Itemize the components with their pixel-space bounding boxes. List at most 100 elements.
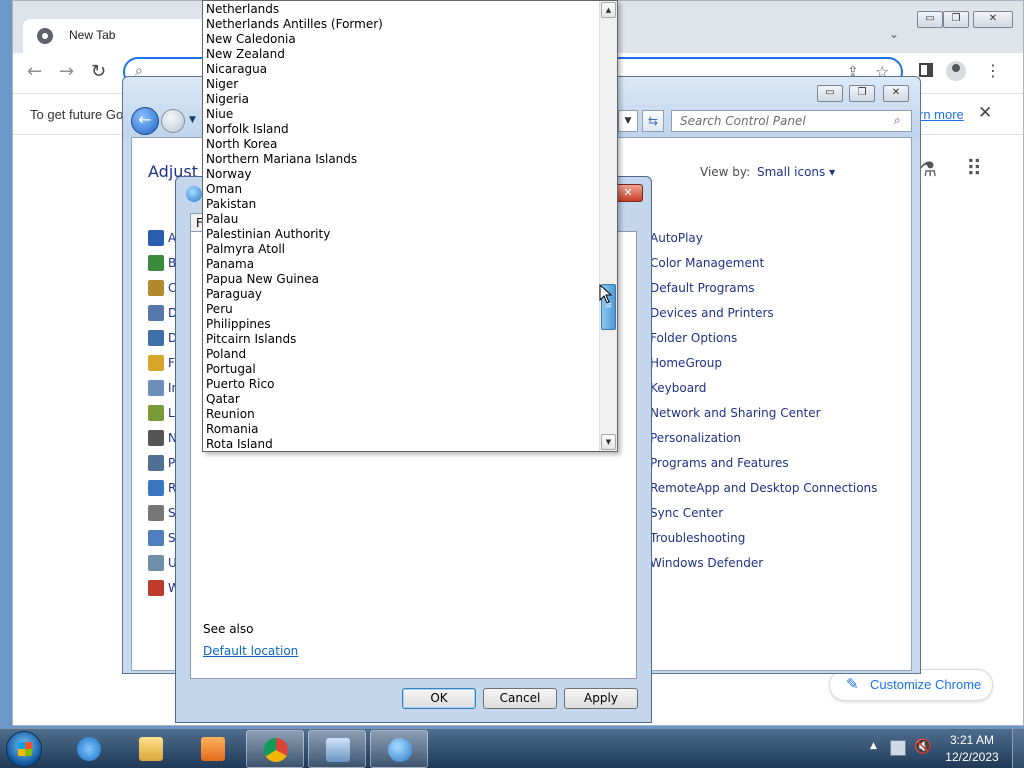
close-window-button[interactable]: ✕ <box>973 11 1013 28</box>
cp-item-default-programs[interactable]: Default Programs <box>650 281 755 295</box>
date-time-icon[interactable] <box>148 305 164 321</box>
taskbar-media-player[interactable] <box>184 730 242 768</box>
taskbar-chrome[interactable] <box>246 730 304 768</box>
address-dropdown-chevron-icon[interactable]: ▼ <box>618 110 638 132</box>
view-by-dropdown[interactable]: Small icons ▾ <box>757 165 835 179</box>
reload-icon[interactable]: ↻ <box>91 61 106 82</box>
scroll-up-arrow-icon[interactable]: ▲ <box>601 2 616 18</box>
default-location-link[interactable]: Default location <box>203 644 298 658</box>
show-hidden-icons-chevron-icon[interactable]: ▲ <box>870 741 877 751</box>
dropdown-item[interactable]: Rota Island <box>205 437 599 451</box>
dropdown-item[interactable]: Panama <box>205 257 599 272</box>
tab-new-tab[interactable]: New Tab <box>23 19 223 53</box>
fonts-folder-icon[interactable] <box>148 355 164 371</box>
dropdown-item[interactable]: Philippines <box>205 317 599 332</box>
cp-item-troubleshooting[interactable]: Troubleshooting <box>650 531 745 545</box>
cp-item-color-management[interactable]: Color Management <box>650 256 764 270</box>
cp-forward-arrow-icon[interactable] <box>161 109 185 133</box>
taskbar-control-panel[interactable] <box>308 730 366 768</box>
cp-minimize-button[interactable]: ▭ <box>817 85 843 102</box>
dropdown-item[interactable]: New Caledonia <box>205 32 599 47</box>
performance-icon[interactable] <box>148 455 164 471</box>
cp-search-input[interactable]: Search Control Panel ⌕ <box>671 110 912 132</box>
cp-item-personalization[interactable]: Personalization <box>650 431 741 445</box>
dropdown-item[interactable]: Portugal <box>205 362 599 377</box>
volume-muted-icon[interactable]: 🔇 <box>914 739 931 755</box>
chrome-labs-flask-icon[interactable]: ⚗ <box>919 157 937 181</box>
sound-icon[interactable] <box>148 505 164 521</box>
cp-item-programs-features[interactable]: Programs and Features <box>650 456 789 470</box>
taskbar-region[interactable] <box>370 730 428 768</box>
cp-item-folder-options[interactable]: Folder Options <box>650 331 737 345</box>
dropdown-item[interactable]: North Korea <box>205 137 599 152</box>
side-panel-icon[interactable] <box>919 63 933 77</box>
tab-search-chevron-icon[interactable]: ⌄ <box>889 27 899 41</box>
dropdown-item[interactable]: Palestinian Authority <box>205 227 599 242</box>
windows-update-icon[interactable] <box>148 580 164 596</box>
cp-left-item[interactable]: F <box>168 356 175 370</box>
cancel-button[interactable]: Cancel <box>483 688 557 709</box>
dropdown-item[interactable]: New Zealand <box>205 47 599 62</box>
back-arrow-icon[interactable]: ← <box>27 61 42 82</box>
dropdown-item[interactable]: Nigeria <box>205 92 599 107</box>
dropdown-item[interactable]: Northern Mariana Islands <box>205 152 599 167</box>
network-icon[interactable] <box>890 740 906 756</box>
dropdown-item[interactable]: Norway <box>205 167 599 182</box>
dropdown-item[interactable]: Netherlands Antilles (Former) <box>205 17 599 32</box>
profile-avatar-icon[interactable] <box>946 61 966 81</box>
cp-item-keyboard[interactable]: Keyboard <box>650 381 706 395</box>
cp-back-arrow-icon[interactable]: ← <box>131 107 159 135</box>
restore-button[interactable]: ❐ <box>943 11 969 28</box>
infobar-close-icon[interactable]: ✕ <box>978 103 992 123</box>
google-apps-grid-icon[interactable]: ⠿ <box>966 157 982 182</box>
cp-item-remoteapp[interactable]: RemoteApp and Desktop Connections <box>650 481 877 495</box>
taskbar-file-explorer[interactable] <box>122 730 180 768</box>
dropdown-item[interactable]: Reunion <box>205 407 599 422</box>
dropdown-item[interactable]: Netherlands <box>205 2 599 17</box>
location-dropdown-list[interactable]: Netherlands Netherlands Antilles (Former)… <box>202 0 618 452</box>
dropdown-item[interactable]: Palmyra Atoll <box>205 242 599 257</box>
dropdown-item[interactable]: Niger <box>205 77 599 92</box>
clock-time[interactable]: 3:21 AM <box>944 733 1000 747</box>
dropdown-scrollbar[interactable]: ▲ ≡ ▼ <box>599 1 617 451</box>
ok-button[interactable]: OK <box>402 688 476 709</box>
cp-refresh-icon[interactable]: ⇆ <box>642 110 664 132</box>
notification-icon[interactable] <box>148 430 164 446</box>
cp-item-network-sharing[interactable]: Network and Sharing Center <box>650 406 821 420</box>
cp-item-autoplay[interactable]: AutoPlay <box>650 231 703 245</box>
dropdown-item[interactable]: Paraguay <box>205 287 599 302</box>
dropdown-item[interactable]: Pitcairn Islands <box>205 332 599 347</box>
forward-arrow-icon[interactable]: → <box>59 61 74 82</box>
action-center-flag-icon[interactable] <box>148 230 164 246</box>
dropdown-item[interactable]: Niue <box>205 107 599 122</box>
taskbar-internet-explorer[interactable] <box>60 730 118 768</box>
cp-item-sync-center[interactable]: Sync Center <box>650 506 723 520</box>
location-icon[interactable] <box>148 405 164 421</box>
minimize-button[interactable]: ▭ <box>917 11 943 28</box>
internet-options-icon[interactable] <box>148 380 164 396</box>
clock-date[interactable]: 12/2/2023 <box>944 750 1000 764</box>
system-icon[interactable] <box>148 530 164 546</box>
dropdown-item[interactable]: Nicaragua <box>205 62 599 77</box>
dropdown-item[interactable]: Puerto Rico <box>205 377 599 392</box>
recovery-icon[interactable] <box>148 480 164 496</box>
credential-icon[interactable] <box>148 280 164 296</box>
dropdown-item[interactable]: Peru <box>205 302 599 317</box>
search-icon[interactable]: ⌕ <box>894 113 901 128</box>
start-button[interactable] <box>6 731 42 767</box>
user-accounts-icon[interactable] <box>148 555 164 571</box>
recent-pages-chevron-icon[interactable]: ▼ <box>189 115 196 125</box>
cp-item-homegroup[interactable]: HomeGroup <box>650 356 722 370</box>
infobar-learn-more-link[interactable]: rn more <box>919 107 964 122</box>
cp-maximize-button[interactable]: ❐ <box>849 85 875 102</box>
dropdown-item[interactable]: Oman <box>205 182 599 197</box>
dropdown-item[interactable]: Pakistan <box>205 197 599 212</box>
display-icon[interactable] <box>148 330 164 346</box>
kebab-menu-icon[interactable]: ⋮ <box>985 61 1001 80</box>
show-desktop-button[interactable] <box>1012 729 1024 768</box>
dropdown-item[interactable]: Palau <box>205 212 599 227</box>
cp-item-windows-defender[interactable]: Windows Defender <box>650 556 763 570</box>
dropdown-item[interactable]: Qatar <box>205 392 599 407</box>
dropdown-item[interactable]: Poland <box>205 347 599 362</box>
dropdown-item[interactable]: Norfolk Island <box>205 122 599 137</box>
